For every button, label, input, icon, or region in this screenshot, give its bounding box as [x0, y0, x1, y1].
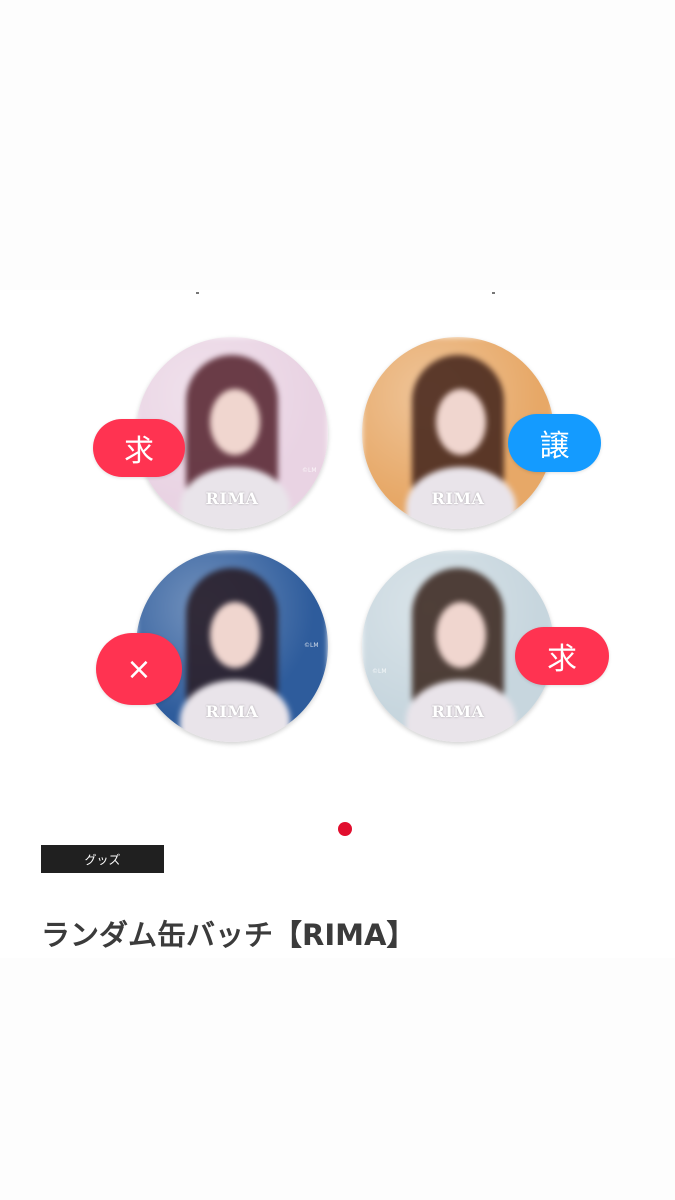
status-tag-unavailable: ×	[96, 633, 182, 705]
status-tag-wanted: 求	[515, 627, 609, 685]
status-tag-wanted: 求	[93, 419, 185, 477]
copyright-text: ©LM	[302, 467, 317, 474]
divider	[492, 292, 495, 294]
badge-member-name: RIMA	[205, 702, 259, 721]
product-title: ランダム缶バッチ【RIMA】	[41, 918, 416, 952]
status-tag-offer: 譲	[508, 414, 601, 472]
copyright-text: ©LM	[304, 642, 319, 649]
carousel-indicator[interactable]	[338, 822, 352, 836]
category-tag: グッズ	[41, 845, 164, 873]
badge-member-name: RIMA	[431, 702, 485, 721]
divider	[196, 292, 199, 294]
badge-member-name: RIMA	[431, 489, 485, 508]
badge-member-name: RIMA	[205, 489, 259, 508]
copyright-text: ©LM	[372, 668, 387, 675]
